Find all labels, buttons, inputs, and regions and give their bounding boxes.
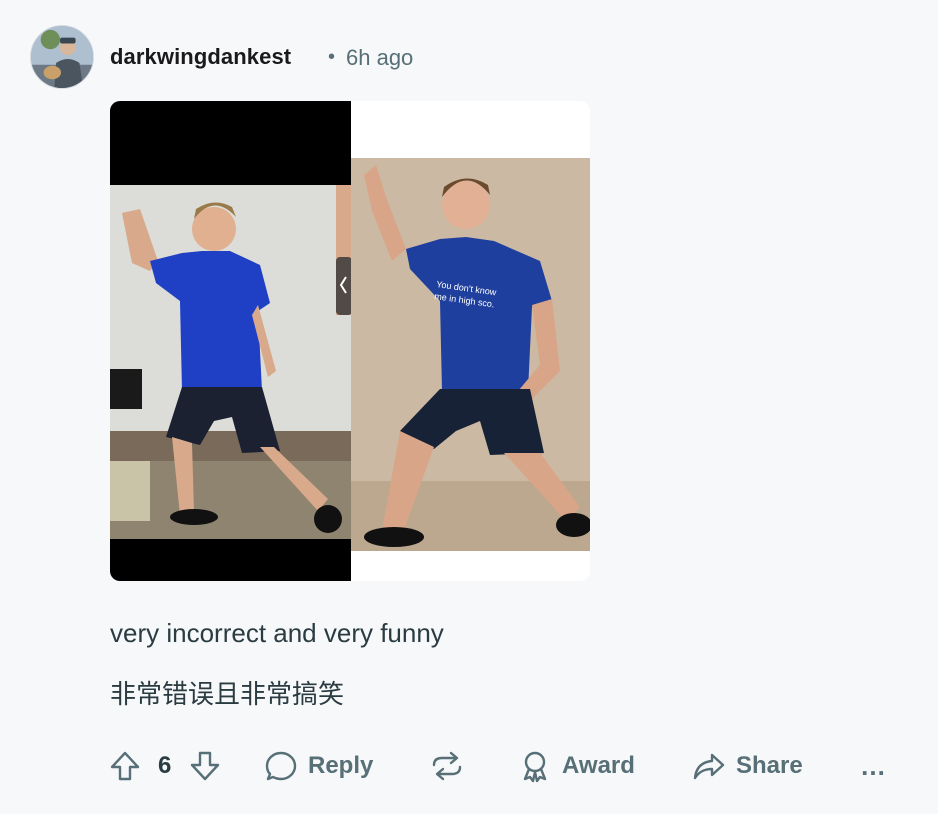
share-button[interactable]: Share — [692, 744, 803, 788]
image-content: You don't know me in high sco. — [110, 101, 590, 581]
timestamp[interactable]: 6h ago — [346, 45, 413, 71]
user-avatar[interactable] — [30, 25, 94, 89]
downvote-arrow-icon — [190, 751, 220, 781]
repost-icon — [432, 751, 462, 781]
reply-label: Reply — [308, 752, 374, 779]
action-bar: 6 Reply Award Share … — [108, 744, 898, 788]
upvote-button[interactable] — [108, 744, 142, 788]
downvote-button[interactable] — [188, 744, 222, 788]
repost-button[interactable] — [430, 744, 464, 788]
comment: darkwingdankest • 6h ago You don't know … — [0, 0, 938, 814]
username[interactable]: darkwingdankest — [110, 44, 291, 70]
reply-button[interactable]: Reply — [264, 744, 373, 788]
speech-bubble-icon — [265, 751, 297, 781]
comment-body-english: very incorrect and very funny — [110, 618, 444, 648]
more-dots-icon: … — [860, 750, 887, 781]
more-options-button[interactable]: … — [860, 744, 887, 788]
share-arrow-icon — [693, 753, 725, 780]
avatar-image — [31, 26, 93, 88]
award-label: Award — [562, 752, 635, 779]
award-button[interactable]: Award — [518, 744, 635, 788]
comment-image[interactable]: You don't know me in high sco. — [110, 101, 590, 581]
upvote-arrow-icon — [110, 751, 140, 781]
vote-score: 6 — [158, 752, 172, 779]
comment-body-chinese: 非常错误且非常搞笑 — [110, 680, 345, 710]
award-ribbon-icon — [523, 751, 547, 783]
meta-separator: • — [328, 46, 336, 68]
share-label: Share — [736, 752, 803, 779]
